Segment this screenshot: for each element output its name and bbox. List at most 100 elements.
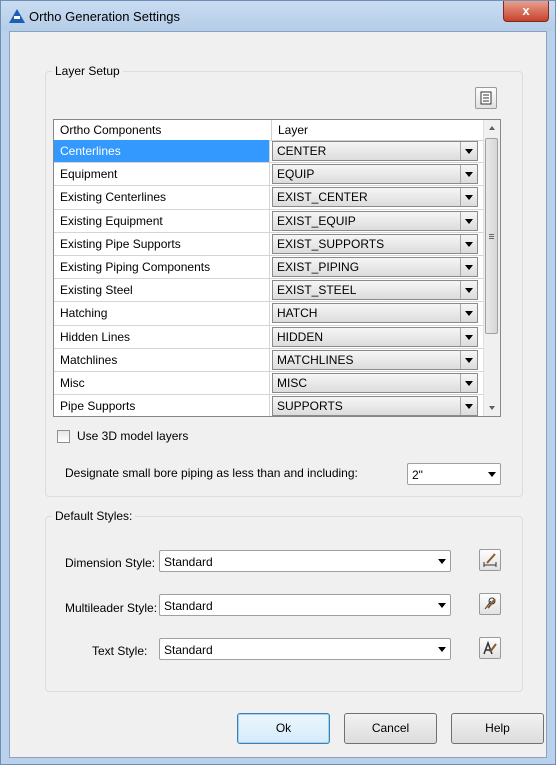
layer-dropdown[interactable]: HATCH [272,303,478,324]
ortho-component-cell[interactable]: Hidden Lines [54,325,270,348]
dialog-window: Ortho Generation Settings x Layer Setup … [0,0,556,765]
layer-setup-legend: Layer Setup [52,64,123,78]
ortho-component-cell[interactable]: Pipe Supports [54,395,270,416]
ortho-component-cell[interactable]: Existing Pipe Supports [54,232,270,255]
table-row[interactable]: Matchlines MATCHLINES [54,348,484,372]
use-3d-layers-label[interactable]: Use 3D model layers [77,429,188,443]
text-style-label: Text Style: [92,644,148,658]
layer-dropdown[interactable]: MATCHLINES [272,349,478,370]
ortho-components-grid[interactable]: Ortho Components Layer Centerlines CENTER… [53,119,501,417]
chevron-down-icon[interactable] [460,257,477,276]
multileader-style-value: Standard [164,599,213,613]
layer-value: EXIST_PIPING [277,259,360,274]
layer-value: EXIST_CENTER [277,190,368,205]
chevron-down-icon[interactable] [460,281,477,300]
ortho-component-cell[interactable]: Hatching [54,302,270,325]
table-row[interactable]: Centerlines CENTER [54,140,484,164]
title-bar[interactable]: Ortho Generation Settings x [1,1,555,31]
chevron-down-icon [438,559,446,564]
autocad-logo-icon [9,9,25,23]
layer-value: SUPPORTS [277,399,343,414]
dimension-style-label: Dimension Style: [65,556,156,570]
text-style-dropdown[interactable]: Standard [159,638,451,660]
small-bore-value: 2" [412,468,423,482]
cancel-button[interactable]: Cancel [344,713,437,744]
ortho-component-cell[interactable]: Centerlines [54,140,270,163]
ok-button[interactable]: Ok [237,713,330,744]
layer-dropdown[interactable]: EQUIP [272,164,478,185]
ortho-component-cell[interactable]: Equipment [54,163,270,186]
layer-dropdown[interactable]: EXIST_EQUIP [272,210,478,231]
layer-dropdown[interactable]: SUPPORTS [272,396,478,416]
multileader-style-label: Multileader Style: [65,601,158,615]
chevron-down-icon[interactable] [460,304,477,323]
text-style-edit-button[interactable] [479,637,501,659]
scroll-up-icon[interactable] [484,120,500,136]
chevron-down-icon [488,472,496,477]
table-row[interactable]: Existing Pipe Supports EXIST_SUPPORTS [54,232,484,256]
chevron-down-icon[interactable] [460,327,477,346]
table-row[interactable]: Misc MISC [54,371,484,396]
chevron-down-icon[interactable] [460,350,477,369]
text-style-value: Standard [164,643,213,657]
layer-value: EXIST_EQUIP [277,213,356,228]
chevron-down-icon[interactable] [460,373,477,392]
chevron-down-icon[interactable] [460,165,477,184]
chevron-down-icon [438,603,446,608]
layer-value: HIDDEN [277,329,324,344]
ortho-component-cell[interactable]: Existing Steel [54,279,270,302]
ortho-component-cell[interactable]: Existing Centerlines [54,186,270,209]
use-3d-layers-checkbox[interactable] [57,430,70,443]
grid-scrollbar[interactable] [483,120,500,416]
layer-dropdown[interactable]: EXIST_CENTER [272,187,478,208]
grid-rows: Centerlines CENTER Equipment EQUIP Existing … [54,140,484,416]
chevron-down-icon[interactable] [460,234,477,253]
chevron-down-icon[interactable] [460,397,477,416]
layer-dropdown[interactable]: EXIST_SUPPORTS [272,233,478,254]
layer-dropdown[interactable]: HIDDEN [272,326,478,347]
table-row[interactable]: Pipe Supports SUPPORTS [54,395,484,416]
layer-value: HATCH [277,306,318,321]
table-row[interactable]: Existing Equipment EXIST_EQUIP [54,209,484,233]
layer-dropdown[interactable]: CENTER [272,141,478,161]
close-button[interactable]: x [503,1,549,22]
layer-value: EQUIP [277,167,315,182]
grid-header: Ortho Components Layer [54,120,484,141]
layer-dropdown[interactable]: EXIST_STEEL [272,280,478,301]
dimension-style-icon [483,553,497,567]
chevron-down-icon [438,647,446,652]
column-header-components[interactable]: Ortho Components [54,120,272,140]
multileader-style-edit-button[interactable] [479,593,501,615]
table-row[interactable]: Existing Centerlines EXIST_CENTER [54,186,484,210]
table-row[interactable]: Hatching HATCH [54,302,484,326]
dimension-style-edit-button[interactable] [479,549,501,571]
ortho-component-cell[interactable]: Existing Piping Components [54,255,270,279]
column-header-layer[interactable]: Layer [272,120,484,140]
table-row[interactable]: Existing Steel EXIST_STEEL [54,279,484,303]
small-bore-dropdown[interactable]: 2" [407,463,501,485]
small-bore-label: Designate small bore piping as less than… [65,466,358,480]
layer-value: MISC [277,375,307,390]
scroll-thumb[interactable] [485,138,498,334]
multileader-style-icon [484,597,496,610]
chevron-down-icon[interactable] [460,211,477,230]
ortho-component-cell[interactable]: Misc [54,371,270,395]
table-row[interactable]: Equipment EQUIP [54,163,484,187]
chevron-down-icon[interactable] [460,188,477,207]
layer-dropdown[interactable]: MISC [272,372,478,393]
table-row[interactable]: Hidden Lines HIDDEN [54,325,484,349]
table-row[interactable]: Existing Piping Components EXIST_PIPING [54,255,484,280]
chevron-down-icon[interactable] [460,142,477,160]
layer-list-icon [480,91,492,105]
default-styles-legend: Default Styles: [52,509,136,523]
layer-value: MATCHLINES [277,352,354,367]
multileader-style-dropdown[interactable]: Standard [159,594,451,616]
help-button[interactable]: Help [451,713,544,744]
scroll-down-icon[interactable] [484,400,500,416]
ortho-component-cell[interactable]: Matchlines [54,348,270,371]
dimension-style-dropdown[interactable]: Standard [159,550,451,572]
text-style-icon [483,640,497,655]
layer-settings-button[interactable] [475,87,497,109]
ortho-component-cell[interactable]: Existing Equipment [54,209,270,232]
layer-dropdown[interactable]: EXIST_PIPING [272,256,478,277]
